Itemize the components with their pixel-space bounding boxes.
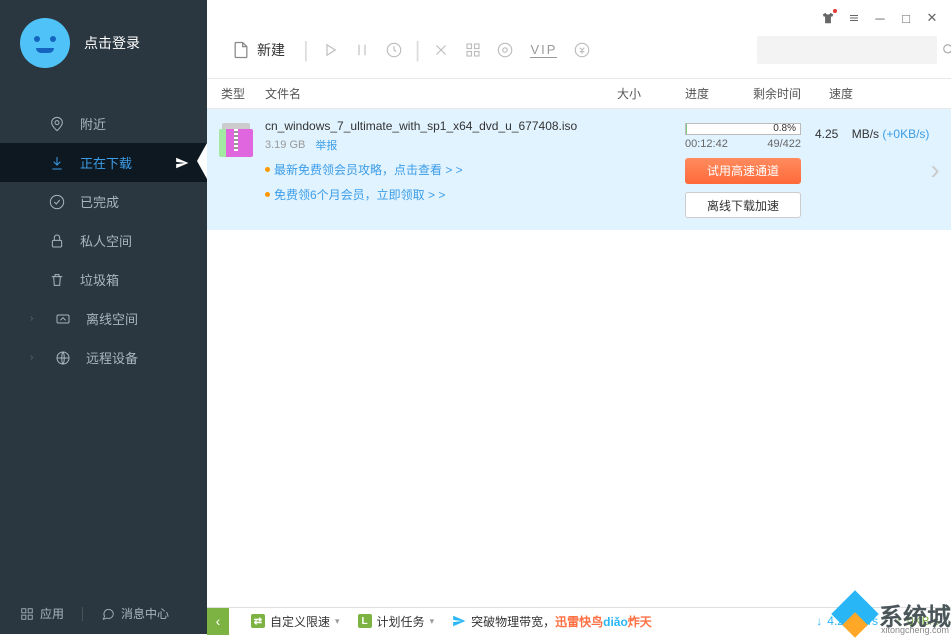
priority-icon[interactable] xyxy=(381,37,407,63)
progress-percent: 0.8% xyxy=(773,123,796,134)
up-arrow-icon: ↑ xyxy=(896,614,902,628)
bullet-icon xyxy=(265,167,270,172)
task-filename: cn_windows_7_ultimate_with_sp1_x64_dvd_u… xyxy=(265,119,685,133)
nav-nearby[interactable]: 附近 xyxy=(0,104,207,143)
settings-icon[interactable] xyxy=(492,37,518,63)
category-icon[interactable] xyxy=(460,37,486,63)
sidebar-footer: 应用 消息中心 xyxy=(0,593,207,634)
toolbar: 新建 | | VIP xyxy=(207,30,951,78)
chevron-down-icon: ▾ xyxy=(430,616,435,627)
nav-label: 私人空间 xyxy=(80,231,132,250)
chevron-right-icon: › xyxy=(30,313,40,324)
sidebar: 点击登录 附近 正在下载 已完成 私人空间 垃圾箱 › 离线空间 xyxy=(0,0,207,634)
trash-icon xyxy=(48,271,66,289)
scheduled-tasks[interactable]: L 计划任务 ▾ xyxy=(358,613,435,630)
delete-icon[interactable] xyxy=(428,37,454,63)
download-speed-indicator: ↓ 4.25MB/s xyxy=(816,614,878,628)
close-icon[interactable]: ✕ xyxy=(925,11,939,25)
list-header: 类型 文件名 大小 进度 剩余时间 速度 xyxy=(207,78,951,109)
nav-list: 附近 正在下载 已完成 私人空间 垃圾箱 › 离线空间 › 远程设备 xyxy=(0,104,207,377)
chat-icon xyxy=(101,607,115,621)
chevron-down-icon: ▾ xyxy=(335,616,340,627)
footer-apps[interactable]: 应用 xyxy=(20,605,64,622)
nav-label: 已完成 xyxy=(80,192,119,211)
new-task-button[interactable]: 新建 xyxy=(221,36,295,64)
task-row[interactable]: cn_windows_7_ultimate_with_sp1_x64_dvd_u… xyxy=(207,109,951,230)
nav-label: 远程设备 xyxy=(86,348,138,367)
chevron-right-icon: › xyxy=(30,352,40,363)
nav-completed[interactable]: 已完成 xyxy=(0,182,207,221)
bullet-icon xyxy=(265,192,270,197)
download-icon xyxy=(48,154,66,172)
nav-label: 离线空间 xyxy=(86,309,138,328)
location-icon xyxy=(48,115,66,133)
nav-remote[interactable]: › 远程设备 xyxy=(0,338,207,377)
main-area: ─ □ ✕ 新建 | | VIP 类型 文件名 大小 进度 剩余时间 速度 xyxy=(207,0,951,634)
col-speed[interactable]: 速度 xyxy=(821,85,951,102)
report-link[interactable]: 举报 xyxy=(315,137,337,153)
search-box[interactable] xyxy=(757,36,937,64)
nav-trash[interactable]: 垃圾箱 xyxy=(0,260,207,299)
trial-highspeed-button[interactable]: 试用高速通道 xyxy=(685,158,801,184)
promo-link-1[interactable]: 最新免费领会员攻略，点击查看 > > xyxy=(265,161,685,178)
check-circle-icon xyxy=(48,193,66,211)
footer-msg-label: 消息中心 xyxy=(121,605,169,622)
profile-section[interactable]: 点击登录 xyxy=(0,0,207,86)
status-bar: ‹ ⇄ 自定义限速 ▾ L 计划任务 ▾ 突破物理带宽，迅雷快鸟diǎo炸天 ↓… xyxy=(207,607,951,634)
nav-downloading[interactable]: 正在下载 xyxy=(0,143,207,182)
new-label: 新建 xyxy=(257,40,285,60)
elapsed-time: 00:12:42 xyxy=(685,138,728,150)
progress-bar: 0.8% xyxy=(685,123,801,135)
titlebar: ─ □ ✕ xyxy=(207,0,951,30)
col-type[interactable]: 类型 xyxy=(207,85,265,102)
nav-label: 正在下载 xyxy=(80,153,132,172)
search-icon[interactable] xyxy=(942,43,951,57)
pause-icon[interactable] xyxy=(349,37,375,63)
col-remain[interactable]: 剩余时间 xyxy=(753,85,821,102)
col-size[interactable]: 大小 xyxy=(617,85,685,102)
task-list: cn_windows_7_ultimate_with_sp1_x64_dvd_u… xyxy=(207,109,951,634)
vip-button[interactable]: VIP xyxy=(530,42,557,58)
divider xyxy=(82,607,83,621)
nav-label: 垃圾箱 xyxy=(80,270,119,289)
lock-icon xyxy=(48,232,66,250)
speed-badge-icon: ⇄ xyxy=(251,614,265,628)
play-icon[interactable] xyxy=(317,37,343,63)
task-filesize: 3.19 GB xyxy=(265,139,305,151)
nav-offline-space[interactable]: › 离线空间 xyxy=(0,299,207,338)
grid-icon xyxy=(20,607,34,621)
coin-icon[interactable] xyxy=(569,37,595,63)
archive-file-icon xyxy=(219,123,253,157)
footer-app-label: 应用 xyxy=(40,605,64,622)
col-name[interactable]: 文件名 xyxy=(265,85,617,102)
nav-label: 附近 xyxy=(80,114,106,133)
notification-dot xyxy=(833,9,837,13)
paper-plane-icon xyxy=(175,156,189,170)
down-arrow-icon: ↓ xyxy=(816,614,822,628)
speed-bonus: (+0KB/s) xyxy=(882,127,929,141)
upload-speed-indicator: ↑ 0KB/s xyxy=(896,614,939,628)
offline-accel-button[interactable]: 离线下载加速 xyxy=(685,192,801,218)
menu-icon[interactable] xyxy=(847,11,861,25)
promo-link-2[interactable]: 免费领6个月会员，立即领取 > > xyxy=(265,186,685,203)
expand-chevron-icon[interactable]: › xyxy=(925,154,945,186)
search-input[interactable] xyxy=(765,43,942,58)
custom-speed-limit[interactable]: ⇄ 自定义限速 ▾ xyxy=(251,613,340,630)
nav-private[interactable]: 私人空间 xyxy=(0,221,207,260)
login-text[interactable]: 点击登录 xyxy=(84,33,140,53)
schedule-badge-icon: L xyxy=(358,614,372,628)
skin-icon[interactable] xyxy=(821,11,835,25)
footer-messages[interactable]: 消息中心 xyxy=(101,605,169,622)
statusbar-back-button[interactable]: ‹ xyxy=(207,608,229,635)
cloud-icon xyxy=(54,310,72,328)
paper-plane-icon xyxy=(452,614,466,628)
globe-icon xyxy=(54,349,72,367)
minimize-icon[interactable]: ─ xyxy=(873,11,887,25)
parts-count: 49/422 xyxy=(767,138,801,150)
maximize-icon[interactable]: □ xyxy=(899,11,913,25)
new-file-icon xyxy=(231,40,251,60)
col-progress[interactable]: 进度 xyxy=(685,85,753,102)
avatar[interactable] xyxy=(20,18,70,68)
breakthrough-promo[interactable]: 突破物理带宽，迅雷快鸟diǎo炸天 xyxy=(452,613,652,630)
